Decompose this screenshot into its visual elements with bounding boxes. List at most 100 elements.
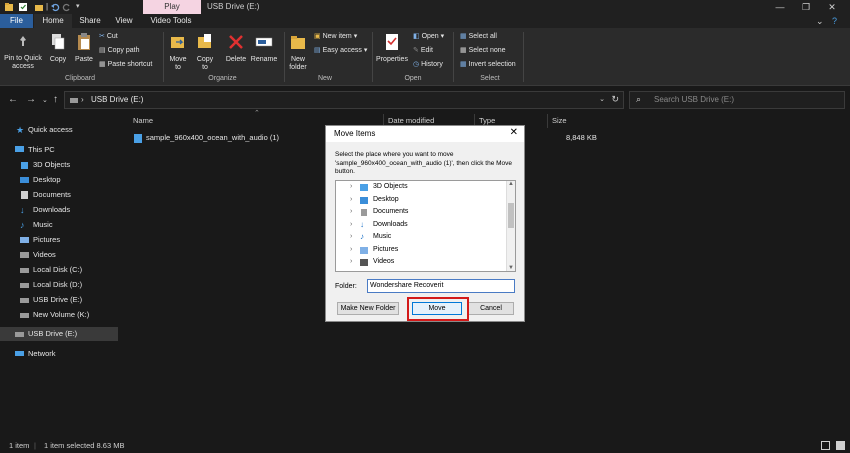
new-folder-button[interactable]: New folder (286, 56, 310, 72)
group-label-new: New (317, 75, 332, 82)
nav-item-new-volume-k[interactable]: New Volume (K:) (0, 308, 118, 322)
column-divider[interactable] (547, 114, 548, 128)
tab-play[interactable]: Play (143, 0, 201, 14)
address-dropdown-icon[interactable]: ⌄ (599, 95, 605, 103)
help-icon[interactable]: ? (832, 14, 837, 28)
search-box[interactable]: ⌕ Search USB Drive (E:) (629, 91, 845, 109)
copy-to-button[interactable]: Copy to (193, 56, 217, 72)
breadcrumb[interactable]: USB Drive (E:) (91, 95, 143, 104)
up-arrow-icon[interactable]: ↑ (53, 94, 58, 105)
open-button[interactable]: ◧ Open ▾ (413, 32, 444, 42)
refresh-icon[interactable]: ↻ (611, 94, 619, 105)
chevron-right-icon[interactable]: › (350, 256, 352, 269)
copy-button[interactable]: Copy (46, 56, 70, 64)
tree-item-downloads[interactable]: › ↓ Downloads (336, 219, 506, 232)
tree-scrollbar[interactable]: ▲ ▼ (506, 181, 515, 271)
tab-video-tools[interactable]: Video Tools (146, 14, 196, 28)
nav-item-usb-drive-e[interactable]: USB Drive (E:) (0, 293, 118, 307)
back-arrow-icon[interactable]: ← (8, 94, 18, 105)
tab-view[interactable]: View (110, 14, 138, 28)
column-header-name[interactable]: Name (133, 114, 153, 128)
nav-item-downloads[interactable]: ↓ Downloads (0, 203, 118, 217)
scroll-down-icon[interactable]: ▼ (508, 265, 514, 271)
chevron-right-icon[interactable]: › (350, 244, 352, 257)
select-none-button[interactable]: ▦ Select none (460, 46, 506, 56)
cut-button[interactable]: ✂ Cut (99, 32, 118, 42)
tab-share[interactable]: Share (76, 14, 104, 28)
paste-button[interactable]: Paste (73, 56, 95, 64)
properties-icon[interactable] (18, 2, 28, 12)
address-bar[interactable]: › USB Drive (E:) ⌄ ↻ (64, 91, 624, 109)
tab-home[interactable]: Home (34, 14, 72, 28)
scroll-up-icon[interactable]: ▲ (508, 181, 514, 187)
properties-button[interactable]: Properties (374, 56, 410, 64)
search-input[interactable]: Search USB Drive (E:) (654, 95, 734, 104)
tree-item-videos[interactable]: › Videos (336, 256, 506, 269)
tree-item-music[interactable]: › ♪ Music (336, 231, 506, 244)
usb-drive-icon (15, 332, 24, 337)
rename-button[interactable]: Rename (250, 56, 278, 64)
drive-icon (20, 313, 29, 318)
nav-item-local-disk-c[interactable]: Local Disk (C:) (0, 263, 118, 277)
tree-item-desktop[interactable]: › Desktop (336, 194, 506, 207)
nav-item-network[interactable]: Network (0, 347, 118, 361)
minimize-icon[interactable]: — (770, 0, 790, 14)
delete-button[interactable]: Delete (223, 56, 249, 64)
group-label-select: Select (480, 75, 500, 82)
explorer-icon (5, 3, 13, 11)
edit-button[interactable]: ✎ Edit (413, 46, 433, 56)
nav-item-pictures[interactable]: Pictures (0, 233, 118, 247)
nav-item-documents[interactable]: Documents (0, 188, 118, 202)
collapse-ribbon-icon[interactable]: ⌄ (816, 14, 824, 28)
make-new-folder-button[interactable]: Make New Folder (337, 302, 399, 315)
select-all-button[interactable]: ▦ Select all (460, 32, 497, 42)
history-button[interactable]: ◷ History (413, 60, 443, 70)
large-icons-view-icon[interactable] (836, 441, 845, 450)
maximize-icon[interactable]: ❐ (796, 0, 816, 14)
computer-icon (15, 146, 24, 152)
folder-tree[interactable]: › 3D Objects › Desktop › Documents › ↓ D… (335, 180, 516, 272)
close-icon[interactable]: ✕ (822, 0, 842, 14)
nav-item-this-pc[interactable]: This PC (0, 143, 118, 157)
chevron-right-icon[interactable]: › (350, 219, 352, 232)
invert-selection-button[interactable]: ▦ Invert selection (460, 60, 516, 70)
new-folder-icon[interactable] (34, 2, 44, 12)
nav-item-usb-drive-e-root[interactable]: USB Drive (E:) (0, 327, 118, 341)
scrollbar-thumb[interactable] (508, 203, 514, 228)
undo-icon[interactable] (50, 2, 60, 12)
recent-locations-icon[interactable]: ⌄ (42, 96, 48, 104)
chevron-right-icon[interactable]: › (350, 231, 352, 244)
delete-icon (229, 35, 243, 49)
tab-file[interactable]: File (0, 14, 33, 28)
tree-item-pictures[interactable]: › Pictures (336, 244, 506, 257)
new-item-button[interactable]: ▣ New item ▾ (314, 32, 357, 42)
chevron-right-icon[interactable]: › (350, 194, 352, 207)
nav-item-local-disk-d[interactable]: Local Disk (D:) (0, 278, 118, 292)
drive-icon (70, 98, 78, 103)
nav-item-videos[interactable]: Videos (0, 248, 118, 262)
folder-name-input[interactable]: Wondershare Recoverit (367, 279, 515, 293)
nav-item-3d-objects[interactable]: 3D Objects (0, 158, 118, 172)
forward-arrow-icon[interactable]: → (26, 94, 36, 105)
column-header-size[interactable]: Size (552, 114, 567, 128)
customize-qa-icon[interactable]: ▾ (76, 2, 86, 12)
tree-item-documents[interactable]: › Documents (336, 206, 506, 219)
details-view-icon[interactable] (821, 441, 830, 450)
chevron-right-icon[interactable]: › (350, 181, 352, 194)
easy-access-button[interactable]: ▤ Easy access ▾ (314, 46, 367, 56)
navigation-pane: ★ Quick access This PC 3D Objects Deskto… (0, 114, 122, 438)
redo-icon[interactable] (62, 2, 72, 12)
drive-icon (20, 268, 29, 273)
chevron-right-icon[interactable]: › (350, 206, 352, 219)
pin-to-quick-access-button[interactable]: Pin to Quick access (2, 55, 44, 71)
move-to-button[interactable]: Move to (166, 56, 190, 72)
nav-item-music[interactable]: ♪ Music (0, 218, 118, 232)
nav-item-quick-access[interactable]: ★ Quick access (0, 123, 118, 137)
paste-shortcut-button[interactable]: ▦ Paste shortcut (99, 60, 152, 70)
cancel-button[interactable]: Cancel (468, 302, 514, 315)
copy-to-icon (198, 34, 211, 48)
copy-path-button[interactable]: ▤ Copy path (99, 46, 140, 56)
close-icon[interactable]: ✕ (510, 127, 518, 138)
tree-item-3d-objects[interactable]: › 3D Objects (336, 181, 506, 194)
nav-item-desktop[interactable]: Desktop (0, 173, 118, 187)
